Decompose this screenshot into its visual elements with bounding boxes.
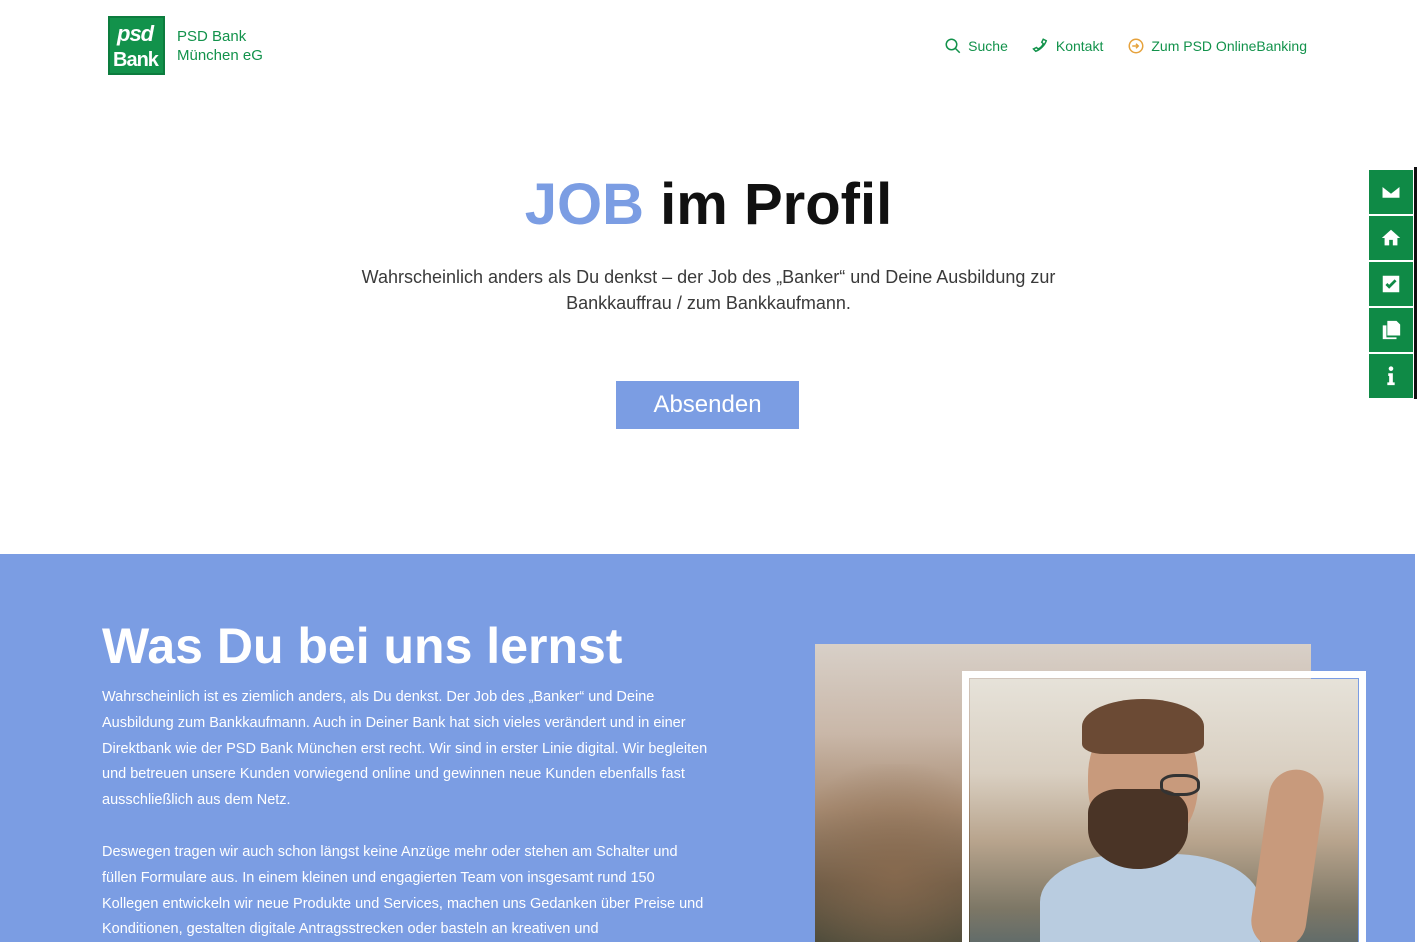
top-nav: Suche Kontakt Zum PSD OnlineBanking <box>944 37 1307 55</box>
learn-section: Was Du bei uns lernst Wahrscheinlich ist… <box>0 554 1415 942</box>
copy-icon <box>1382 320 1401 340</box>
sidebar-item-mail[interactable] <box>1369 170 1413 214</box>
envelope-icon <box>1381 184 1401 200</box>
nav-online-banking[interactable]: Zum PSD OnlineBanking <box>1127 37 1307 55</box>
submit-button[interactable]: Absenden <box>616 381 799 429</box>
title-accent: JOB <box>524 172 645 237</box>
sidebar-item-check[interactable] <box>1369 262 1413 306</box>
title-rest: im Profil <box>644 172 893 237</box>
search-icon <box>945 38 961 54</box>
home-icon <box>1381 229 1401 246</box>
logo-mark: psd Bank <box>108 16 165 75</box>
section-paragraph-1: Wahrscheinlich ist es ziemlich anders, a… <box>102 689 708 809</box>
nav-online-banking-label: Zum PSD OnlineBanking <box>1151 38 1307 54</box>
logo-line2: München eG <box>177 46 263 64</box>
sidebar-item-copy[interactable] <box>1369 308 1413 352</box>
sidebar-item-home[interactable] <box>1369 216 1413 260</box>
page-title: JOB im Profil <box>0 170 1417 240</box>
section-heading: Was Du bei uns lernst <box>102 618 623 674</box>
logo-text: PSD Bank München eG <box>177 27 263 65</box>
nav-contact[interactable]: Kontakt <box>1032 37 1103 55</box>
login-icon <box>1128 38 1144 54</box>
site-header: psd Bank PSD Bank München eG Suche Konta… <box>0 0 1417 95</box>
phone-icon <box>1032 38 1048 53</box>
logo-mark-bottom: Bank <box>113 49 159 71</box>
hero-subtitle: Wahrscheinlich anders als Du denkst – de… <box>361 267 1056 313</box>
nav-search[interactable]: Suche <box>944 37 1008 55</box>
logo-mark-top: psd <box>117 21 154 46</box>
quick-links-sidebar <box>1369 170 1415 400</box>
bank-logo[interactable]: psd Bank PSD Bank München eG <box>108 16 263 75</box>
info-icon <box>1387 366 1395 386</box>
nav-search-label: Suche <box>968 38 1008 54</box>
nav-contact-label: Kontakt <box>1055 38 1104 54</box>
section-paragraph-2: Deswegen tragen wir auch schon längst ke… <box>102 844 704 938</box>
sidebar-item-info[interactable] <box>1369 354 1413 398</box>
checkbox-icon <box>1382 275 1400 293</box>
logo-line1: PSD Bank <box>177 27 247 45</box>
portrait-photo <box>970 679 1358 942</box>
